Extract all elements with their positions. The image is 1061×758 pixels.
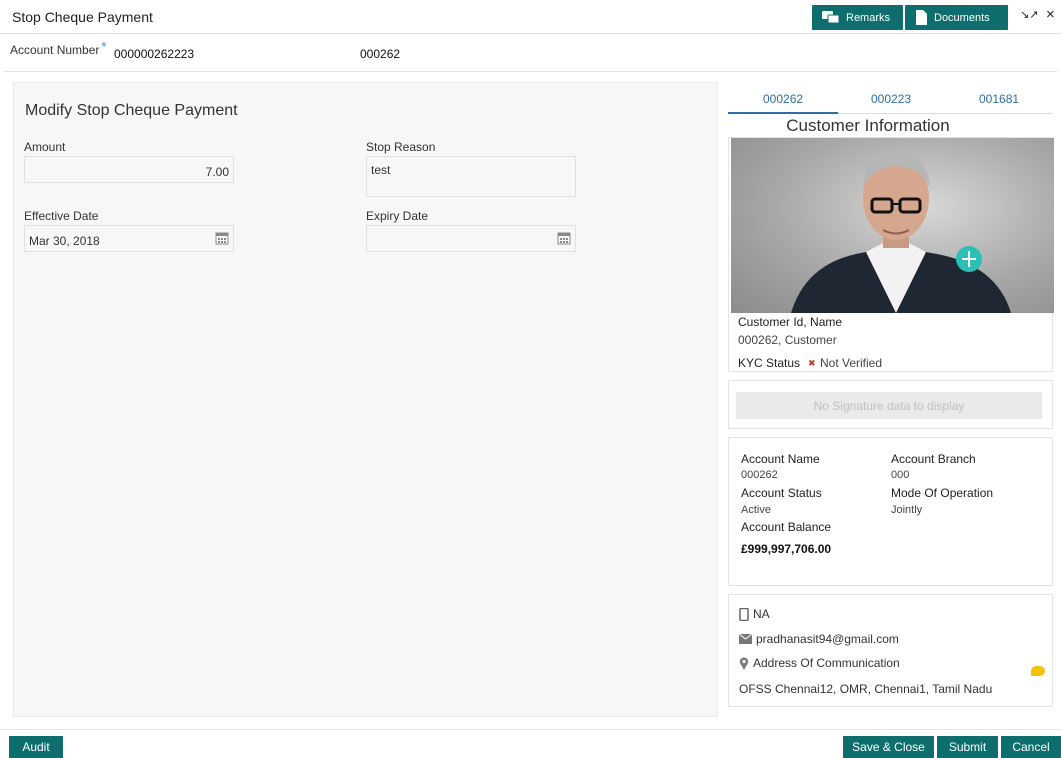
expiry-date-label: Expiry Date <box>366 209 429 223</box>
tab-customer-1[interactable]: 000262 <box>763 92 803 106</box>
account-branch-value: 000262 <box>360 47 401 61</box>
mode-of-operation-label: Mode Of Operation <box>891 486 994 500</box>
contact-card: NA pradhanasit94@gmail.com Address Of Co… <box>728 594 1053 707</box>
audit-button[interactable]: Audit <box>9 736 63 758</box>
account-info-card: Account Name 000262 Account Branch 000 A… <box>728 437 1053 586</box>
remarks-button[interactable]: Remarks <box>812 5 903 30</box>
kyc-status-label: KYC Status <box>738 356 801 370</box>
envelope-icon <box>739 634 752 644</box>
header-bar: Stop Cheque Payment Remarks Documents ↘↗… <box>0 0 1061 34</box>
documents-label: Documents <box>934 11 990 24</box>
account-branch-value: 000 <box>891 469 910 481</box>
section-title: Modify Stop Cheque Payment <box>25 102 238 119</box>
documents-button[interactable]: Documents <box>905 5 1008 30</box>
effective-date-value: Mar 30, 2018 <box>29 234 100 248</box>
document-icon <box>916 9 927 25</box>
expiry-date-field[interactable] <box>366 225 576 252</box>
page-title: Stop Cheque Payment <box>12 9 153 25</box>
remarks-label: Remarks <box>846 11 891 24</box>
customer-id-name-label: Customer Id, Name <box>738 315 843 329</box>
email-row: pradhanasit94@gmail.com <box>739 632 899 646</box>
account-status-value: Active <box>741 504 771 516</box>
customer-id-name-value: 000262, Customer <box>738 333 837 347</box>
customer-portrait <box>791 153 1011 313</box>
amount-field[interactable]: 7.00 <box>24 156 234 183</box>
footer-bar: Audit Save & Close Submit Cancel <box>0 729 1061 758</box>
calendar-icon[interactable] <box>557 231 571 245</box>
amount-label: Amount <box>24 140 66 154</box>
tab-customer-3[interactable]: 001681 <box>979 92 1019 106</box>
customer-card: Customer Id, Name 000262, Customer KYC S… <box>728 137 1054 372</box>
stop-reason-value: test <box>371 163 391 177</box>
cancel-button[interactable]: Cancel <box>1001 736 1061 758</box>
email-value: pradhanasit94@gmail.com <box>756 632 899 646</box>
address-label: Address Of Communication <box>753 656 900 670</box>
phone-row: NA <box>739 607 770 621</box>
form-panel: Modify Stop Cheque Payment Amount 7.00 S… <box>13 82 718 717</box>
address-value: OFSS Chennai12, OMR, Chennai1, Tamil Nad… <box>739 682 993 696</box>
map-pin-icon <box>739 657 749 670</box>
account-name-label: Account Name <box>741 452 820 466</box>
kyc-status-value: Not Verified <box>820 356 883 370</box>
account-number-label: Account Number * <box>10 39 107 57</box>
stop-reason-label: Stop Reason <box>366 140 436 154</box>
customer-tabs: 000262 000223 001681 <box>728 82 1053 114</box>
account-branch-label: Account Branch <box>891 452 976 466</box>
mobile-icon <box>739 607 749 621</box>
close-icon[interactable]: × <box>1046 6 1055 23</box>
save-close-button[interactable]: Save & Close <box>843 736 934 758</box>
account-status-label: Account Status <box>741 486 822 500</box>
tab-customer-2[interactable]: 000223 <box>871 92 911 106</box>
phone-value: NA <box>753 607 770 621</box>
active-tab-indicator <box>728 112 838 114</box>
remarks-icon <box>822 11 840 24</box>
customer-photo <box>731 138 1054 313</box>
account-balance-label: Account Balance <box>741 520 832 534</box>
effective-date-field[interactable]: Mar 30, 2018 <box>24 225 234 252</box>
submit-button[interactable]: Submit <box>937 736 998 758</box>
signature-empty-message: No Signature data to display <box>736 392 1042 419</box>
address-label-row: Address Of Communication <box>739 656 900 670</box>
mode-of-operation-value: Jointly <box>891 504 923 516</box>
minimize-icon[interactable]: ↘↗ <box>1020 8 1038 21</box>
account-number-value: 000000262223 <box>114 47 195 61</box>
effective-date-label: Effective Date <box>24 209 99 223</box>
not-verified-icon: ✖ <box>808 358 816 368</box>
amount-value: 7.00 <box>205 165 229 179</box>
calendar-icon[interactable] <box>215 231 229 245</box>
required-marker: * <box>101 39 107 54</box>
customer-info-title: Customer Information <box>786 116 950 135</box>
chat-icon[interactable] <box>1031 666 1045 676</box>
account-balance-value: £999,997,706.00 <box>741 542 832 556</box>
account-number-bar: Account Number * 000000262223 000262 <box>4 34 1057 72</box>
stop-reason-field[interactable]: test <box>366 156 576 197</box>
signature-card: No Signature data to display <box>728 380 1053 429</box>
account-name-value: 000262 <box>741 469 778 481</box>
